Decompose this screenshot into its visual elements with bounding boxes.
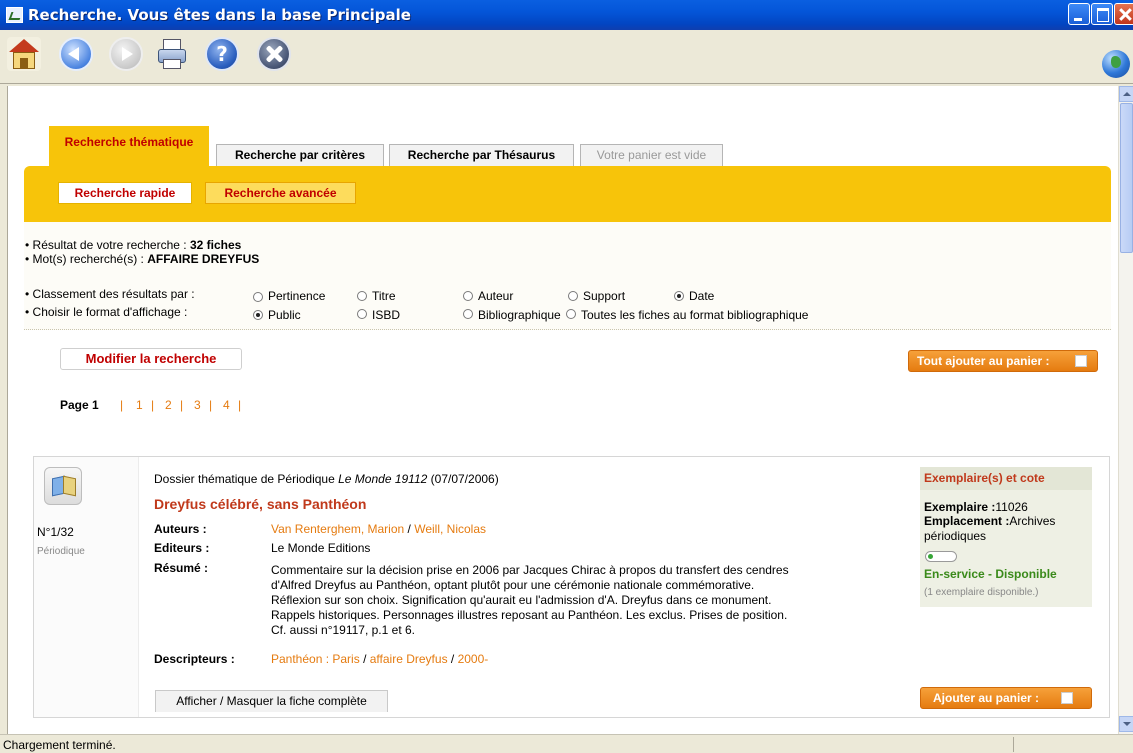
summary-label: Résumé : (154, 561, 209, 575)
format-toutes-radio[interactable] (566, 309, 576, 319)
scroll-thumb[interactable] (1120, 103, 1133, 253)
scroll-up-arrow[interactable] (1119, 86, 1133, 102)
page-link-4[interactable]: 4 (223, 398, 230, 412)
add-to-cart-label: Ajouter au panier : (933, 691, 1040, 705)
format-isbd-label: ISBD (372, 308, 401, 322)
result-type: Périodique (37, 546, 85, 557)
format-public-radio[interactable] (253, 310, 263, 320)
help-icon[interactable]: ? (205, 37, 239, 71)
tab-recherche-criteres[interactable]: Recherche par critères (216, 144, 384, 166)
availability-indicator (925, 551, 957, 562)
format-bibliographique-label: Bibliographique (478, 308, 561, 322)
pager-separator: | (180, 398, 184, 412)
status-divider (1013, 737, 1014, 752)
descriptor-link[interactable]: affaire Dreyfus (370, 652, 448, 666)
tab-recherche-thesaurus[interactable]: Recherche par Thésaurus (389, 144, 574, 166)
maximize-button[interactable] (1091, 3, 1113, 25)
page-link-2[interactable]: 2 (165, 398, 172, 412)
format-label: • Choisir le format d'affichage : (25, 305, 188, 319)
descriptors-list: Panthéon : Paris / affaire Dreyfus / 200… (271, 652, 489, 666)
search-options-panel: • Résultat de votre recherche : 32 fiche… (24, 222, 1111, 330)
minimize-button[interactable] (1068, 3, 1090, 25)
authors-label: Auteurs : (154, 522, 207, 536)
scroll-down-arrow[interactable] (1119, 716, 1133, 732)
searched-words: • Mot(s) recherché(s) : AFFAIRE DREYFUS (25, 252, 260, 266)
sort-auteur-radio[interactable] (463, 291, 473, 301)
title-bar: Recherche. Vous êtes dans la base Princi… (0, 0, 1133, 30)
format-toutes-label: Toutes les fiches au format bibliographi… (581, 308, 809, 322)
copy-location: Emplacement :Archives (924, 514, 1056, 528)
pager-separator: | (120, 398, 124, 412)
sort-label: • Classement des résultats par : (25, 287, 195, 301)
modify-search-button[interactable]: Modifier la recherche (60, 348, 242, 370)
descriptor-link[interactable]: 2000- (458, 652, 489, 666)
home-icon[interactable] (7, 37, 41, 71)
toggle-full-record-button[interactable]: Afficher / Masquer la fiche complète (155, 690, 388, 712)
result-count: • Résultat de votre recherche : 32 fiche… (25, 238, 242, 252)
copies-header: Exemplaire(s) et cote (920, 467, 1092, 490)
status-bar: Chargement terminé. (0, 734, 1133, 753)
toolbar: ? (0, 30, 1133, 84)
add-all-label: Tout ajouter au panier : (917, 354, 1050, 368)
window-title: Recherche. Vous êtes dans la base Princi… (28, 6, 411, 24)
print-icon[interactable] (155, 37, 189, 71)
pager-separator: | (209, 398, 213, 412)
sort-titre-label: Titre (372, 289, 396, 303)
result-source: Dossier thématique de Périodique Le Mond… (154, 472, 499, 486)
periodical-icon (44, 467, 82, 505)
copies-panel: Exemplaire(s) et cote Exemplaire :11026 … (920, 467, 1092, 607)
pager-separator: | (238, 398, 242, 412)
add-all-to-cart-button[interactable]: Tout ajouter au panier : (908, 350, 1098, 372)
forward-icon[interactable] (109, 37, 143, 71)
copy-number: Exemplaire :11026 (924, 500, 1028, 514)
author-link[interactable]: Van Renterghem, Marion (271, 522, 404, 536)
descriptor-link[interactable]: Panthéon : Paris (271, 652, 360, 666)
page-label: Page 1 (60, 398, 99, 412)
page-link-1[interactable]: 1 (136, 398, 143, 412)
pager-separator: | (151, 398, 155, 412)
sort-pertinence-radio[interactable] (253, 292, 263, 302)
format-public-label: Public (268, 308, 301, 322)
subtab-recherche-rapide[interactable]: Recherche rapide (58, 182, 192, 204)
result-title[interactable]: Dreyfus célébré, sans Panthéon (154, 496, 366, 512)
subtab-recherche-avancee[interactable]: Recherche avancée (205, 182, 356, 204)
add-to-cart-checkbox[interactable] (1061, 692, 1073, 704)
availability-status: En-service - Disponible (924, 567, 1057, 581)
editors-value: Le Monde Editions (271, 541, 371, 555)
descriptors-label: Descripteurs : (154, 652, 235, 666)
result-number: N°1/32 (37, 525, 74, 539)
sort-date-label: Date (689, 289, 715, 303)
authors-list: Van Renterghem, Marion / Weill, Nicolas (271, 522, 486, 536)
page-content: Recherche thématique Recherche par critè… (7, 86, 1118, 734)
stop-icon[interactable] (257, 37, 291, 71)
sort-titre-radio[interactable] (357, 291, 367, 301)
vertical-scrollbar[interactable] (1118, 86, 1133, 734)
add-all-checkbox[interactable] (1075, 355, 1087, 367)
page-link-3[interactable]: 3 (194, 398, 201, 412)
sort-support-label: Support (583, 289, 626, 303)
author-link[interactable]: Weill, Nicolas (414, 522, 486, 536)
result-left-column: N°1/32 Périodique (34, 457, 139, 717)
sort-date-radio[interactable] (674, 291, 684, 301)
editors-label: Editeurs : (154, 541, 210, 555)
app-icon (6, 7, 23, 23)
browser-window: Recherche. Vous êtes dans la base Princi… (0, 0, 1133, 753)
close-window-button[interactable] (1114, 3, 1133, 25)
sort-support-radio[interactable] (568, 291, 578, 301)
globe-icon (1102, 50, 1130, 78)
format-bibliographique-radio[interactable] (463, 309, 473, 319)
format-isbd-radio[interactable] (357, 309, 367, 319)
tab-panier: Votre panier est vide (580, 144, 723, 166)
tab-recherche-thematique[interactable]: Recherche thématique (49, 126, 209, 166)
back-icon[interactable] (59, 37, 93, 71)
sort-pertinence-label: Pertinence (268, 289, 326, 303)
result-card: N°1/32 Périodique Dossier thématique de … (33, 456, 1110, 718)
sort-auteur-label: Auteur (478, 289, 514, 303)
summary-text: Commentaire sur la décision prise en 200… (271, 563, 789, 637)
add-to-cart-button[interactable]: Ajouter au panier : (920, 687, 1092, 709)
status-text: Chargement terminé. (3, 738, 116, 752)
copy-location-cont: périodiques (924, 529, 987, 543)
availability-count: (1 exemplaire disponible.) (924, 587, 1039, 598)
